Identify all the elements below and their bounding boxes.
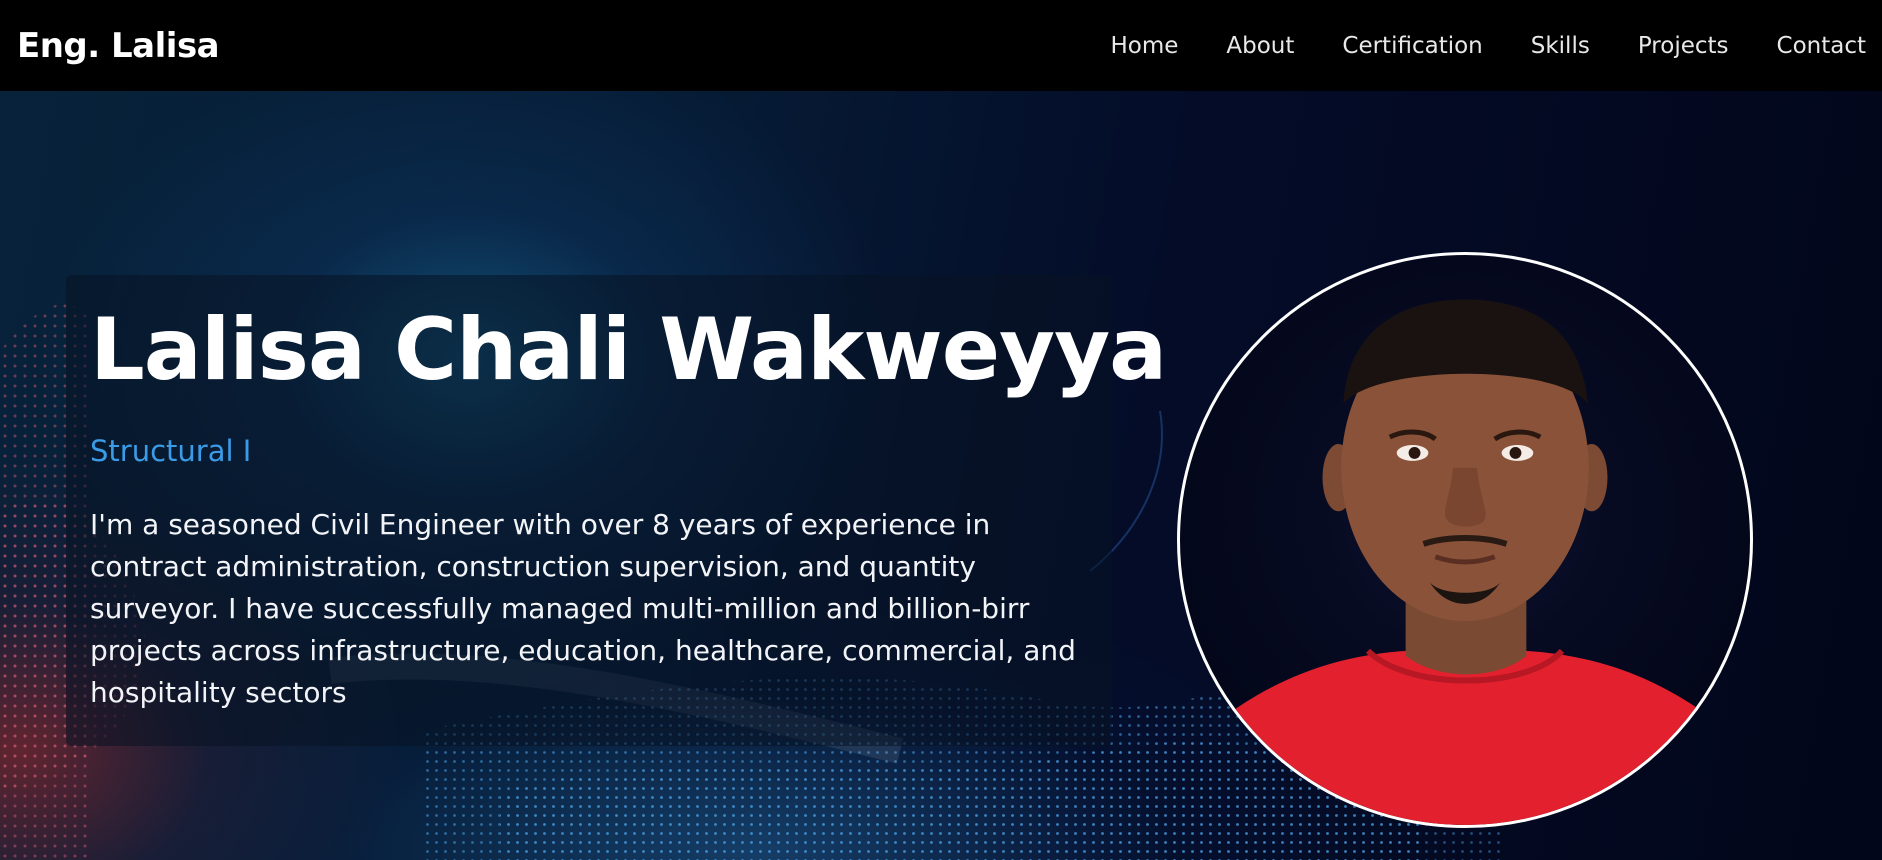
- hero-section: Lalisa Chali Wakweyya Structural I I'm a…: [0, 91, 1882, 860]
- top-navbar: Eng. Lalisa Home About Certification Ski…: [0, 0, 1882, 91]
- hero-role-text: Structural I: [90, 434, 252, 468]
- hero-role-typing: Structural I: [90, 432, 1088, 470]
- nav-link-projects[interactable]: Projects: [1638, 33, 1729, 59]
- profile-photo: [1177, 252, 1753, 828]
- nav-link-certification[interactable]: Certification: [1342, 33, 1482, 59]
- intro-card: Lalisa Chali Wakweyya Structural I I'm a…: [66, 275, 1167, 746]
- portrait-icon: [1180, 299, 1750, 825]
- hero-name: Lalisa Chali Wakweyya: [90, 300, 1167, 400]
- nav-link-skills[interactable]: Skills: [1531, 33, 1590, 59]
- nav-link-home[interactable]: Home: [1110, 33, 1178, 59]
- brand-logo[interactable]: Eng. Lalisa: [17, 26, 220, 66]
- nav-links: Home About Certification Skills Projects…: [1110, 33, 1866, 59]
- hero-bio: I'm a seasoned Civil Engineer with over …: [90, 508, 1076, 709]
- nav-link-contact[interactable]: Contact: [1777, 33, 1866, 59]
- nav-link-about[interactable]: About: [1226, 33, 1294, 59]
